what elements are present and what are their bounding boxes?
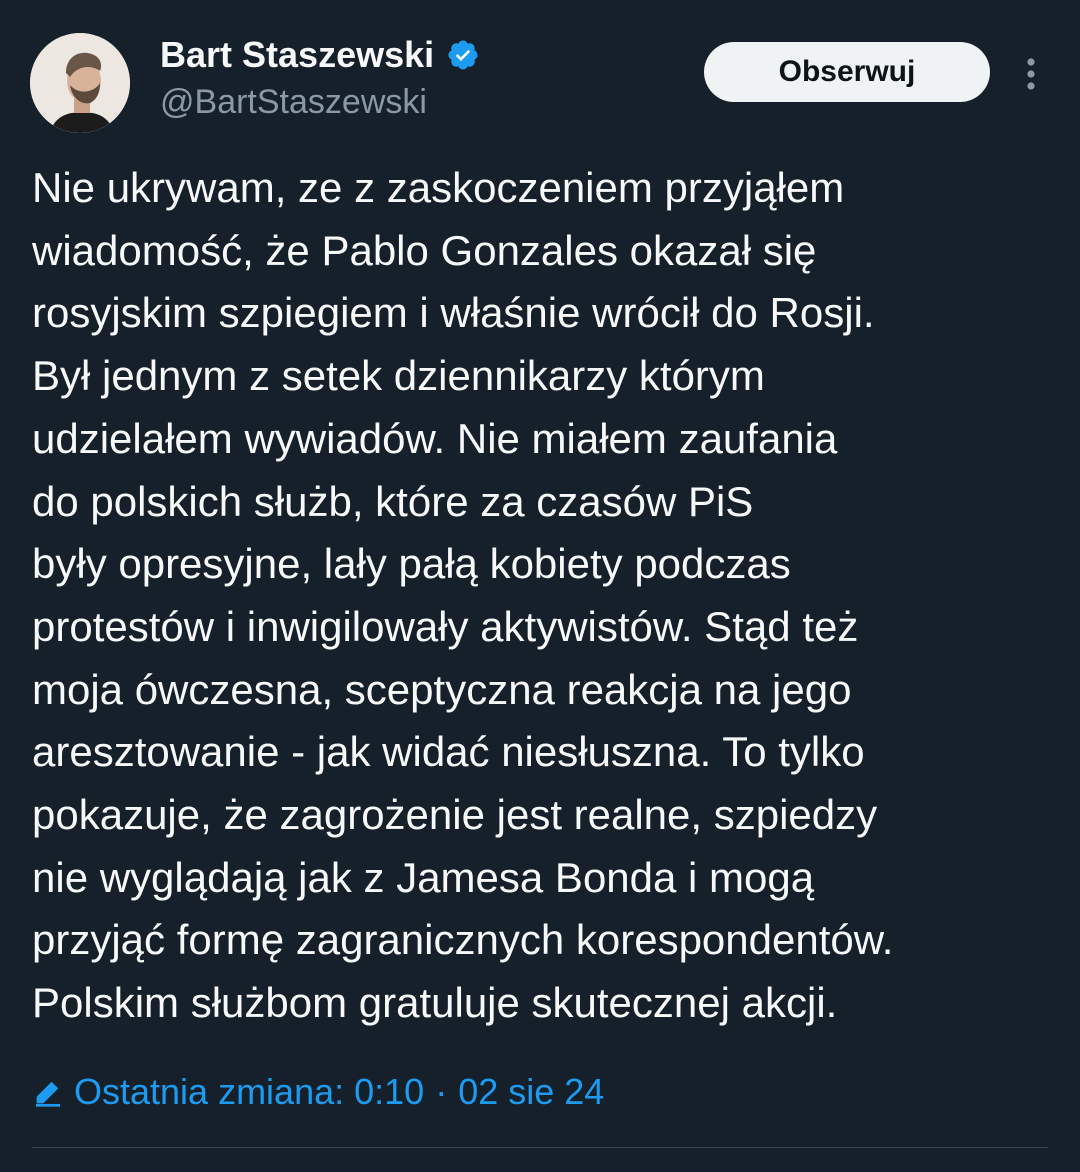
author-handle[interactable]: @BartStaszewski xyxy=(160,83,427,122)
tweet-line: protestów i inwigilowały aktywistów. Stą… xyxy=(32,602,859,650)
post-date[interactable]: 02 sie 24 xyxy=(458,1071,604,1113)
tweet-line: wiadomość, że Pablo Gonzales okazał się xyxy=(32,226,817,274)
tweet-line: przyjąć formę zagranicznych korespondent… xyxy=(32,916,894,964)
divider xyxy=(32,1147,1048,1148)
tweet-line: Nie ukrywam, ze z zaskoczeniem przyjąłem xyxy=(32,164,845,211)
more-options-button[interactable] xyxy=(1014,52,1048,96)
verified-badge-icon xyxy=(448,40,478,70)
avatar-photo xyxy=(30,33,130,133)
tweet-line: były opresyjne, lały pałą kobiety podcza… xyxy=(32,540,791,588)
tweet-line: aresztowanie - jak widać niesłuszna. To … xyxy=(32,728,865,776)
avatar[interactable] xyxy=(30,33,130,133)
tweet-line: pokazuje, że zagrożenie jest realne, szp… xyxy=(32,791,878,839)
author-display-name[interactable]: Bart Staszewski xyxy=(160,34,434,76)
author-name[interactable]: Bart Staszewski xyxy=(160,34,480,76)
tweet-line: Polskim służbom gratuluje skutecznej akc… xyxy=(32,979,838,1027)
edit-pencil-icon xyxy=(36,1081,60,1107)
tweet-text: Nie ukrywam, ze z zaskoczeniem przyjąłem… xyxy=(32,157,1062,1035)
tweet-line: moja ówczesna, sceptyczna reakcja na jeg… xyxy=(32,665,852,713)
edit-history-link[interactable]: Ostatnia zmiana: 0:10 · 02 sie 24 xyxy=(32,1071,604,1113)
tweet-line: Był jednym z setek dziennikarzy którym xyxy=(32,352,765,400)
follow-button[interactable]: Obserwuj xyxy=(704,42,990,102)
edit-label[interactable]: Ostatnia zmiana: 0:10 xyxy=(74,1071,424,1113)
tweet-line: nie wyglądają jak z Jamesa Bonda i mogą xyxy=(32,853,815,901)
tweet-line: udzielałem wywiadów. Nie miałem zaufania xyxy=(32,414,838,462)
meta-separator: · xyxy=(435,1071,448,1112)
tweet-line: do polskich służb, które za czasów PiS xyxy=(32,477,754,525)
more-vertical-icon xyxy=(1027,58,1035,90)
tweet-line: rosyjskim szpiegiem i właśnie wrócił do … xyxy=(32,289,875,337)
